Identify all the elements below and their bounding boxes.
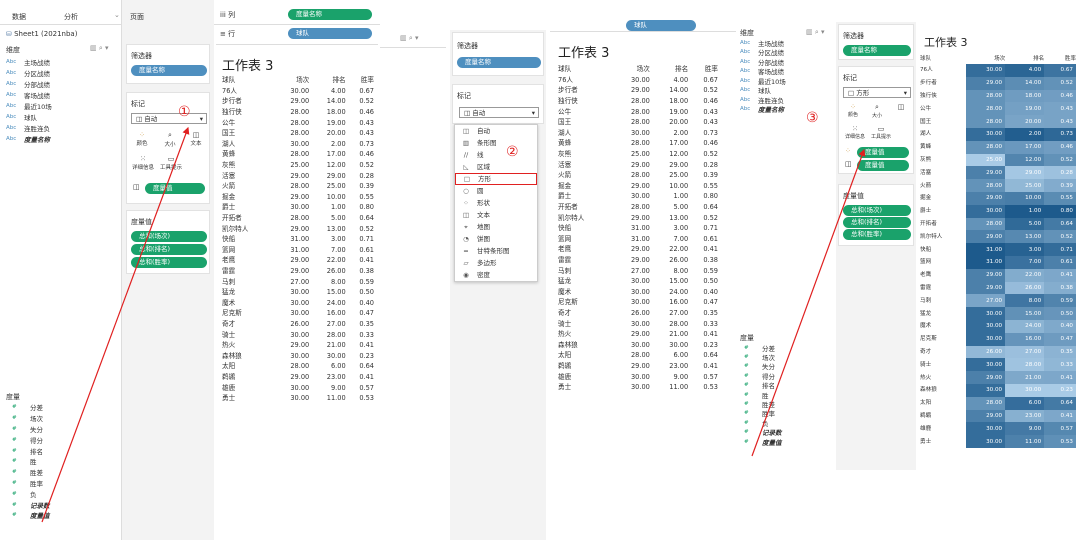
annotation-arrows xyxy=(41,126,866,523)
arrow-1 xyxy=(41,126,190,523)
arrow-3 xyxy=(751,148,866,457)
